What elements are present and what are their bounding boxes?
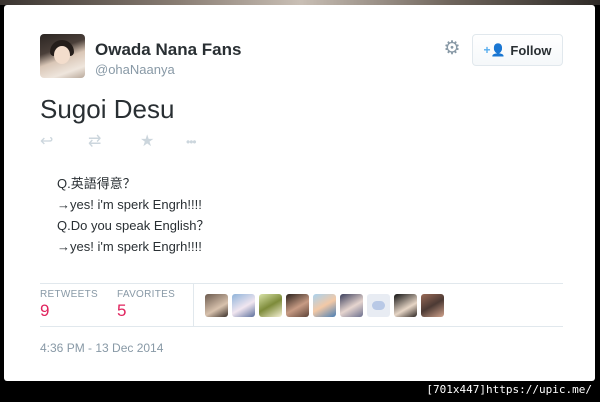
follow-button-label: Follow [510,42,552,58]
favoriter-avatar[interactable] [367,294,390,317]
favoriter-avatar[interactable] [340,294,363,317]
retweets-label[interactable]: RETWEETS [40,289,98,300]
add-user-icon: +👤 [483,43,506,57]
reply-icon[interactable]: ↩ [40,133,53,151]
favoriter-avatar[interactable] [394,294,417,317]
follow-button[interactable]: +👤 Follow [472,34,563,66]
retweets-count[interactable]: 9 [40,301,49,321]
favorites-count[interactable]: 5 [117,301,126,321]
retweet-icon[interactable]: ⇄ [88,133,101,151]
favoriter-avatar[interactable] [232,294,255,317]
tweet-body: Q.英語得意？ →yes! i'm sperk Engrh!!!! Q.Do y… [57,173,209,257]
author-handle[interactable]: @ohaNaanya [95,62,175,77]
favoriter-avatar[interactable] [421,294,444,317]
tweet-timestamp[interactable]: 4:36 PM - 13 Dec 2014 [40,341,163,355]
tweet-line: Q.英語得意？ [57,176,136,191]
speech-bubble-icon [372,301,385,310]
divider [40,283,563,284]
tweet-line: Q.Do you speak English？ [57,218,210,233]
tweet-line: →yes! i'm sperk Engrh!!!! [57,239,202,254]
tweet-line: →yes! i'm sperk Engrh!!!! [57,197,202,212]
favoriter-avatar[interactable] [259,294,282,317]
divider [40,326,563,327]
more-icon[interactable]: ••• [186,133,197,151]
favoriter-avatar[interactable] [205,294,228,317]
favoriter-avatar[interactable] [313,294,336,317]
favorites-label[interactable]: FAVORITES [117,289,175,300]
stats-separator [193,284,194,326]
avatar-face [54,46,70,64]
gear-icon[interactable]: ⚙ [443,39,461,58]
image-credit: [701x447]https://upic.me/ [426,383,592,396]
tweet-title: Sugoi Desu [40,94,175,124]
favorite-star-icon[interactable]: ★ [140,133,154,151]
author-display-name[interactable]: Owada Nana Fans [95,40,241,60]
favoriter-avatar[interactable] [286,294,309,317]
author-avatar[interactable] [40,34,85,78]
